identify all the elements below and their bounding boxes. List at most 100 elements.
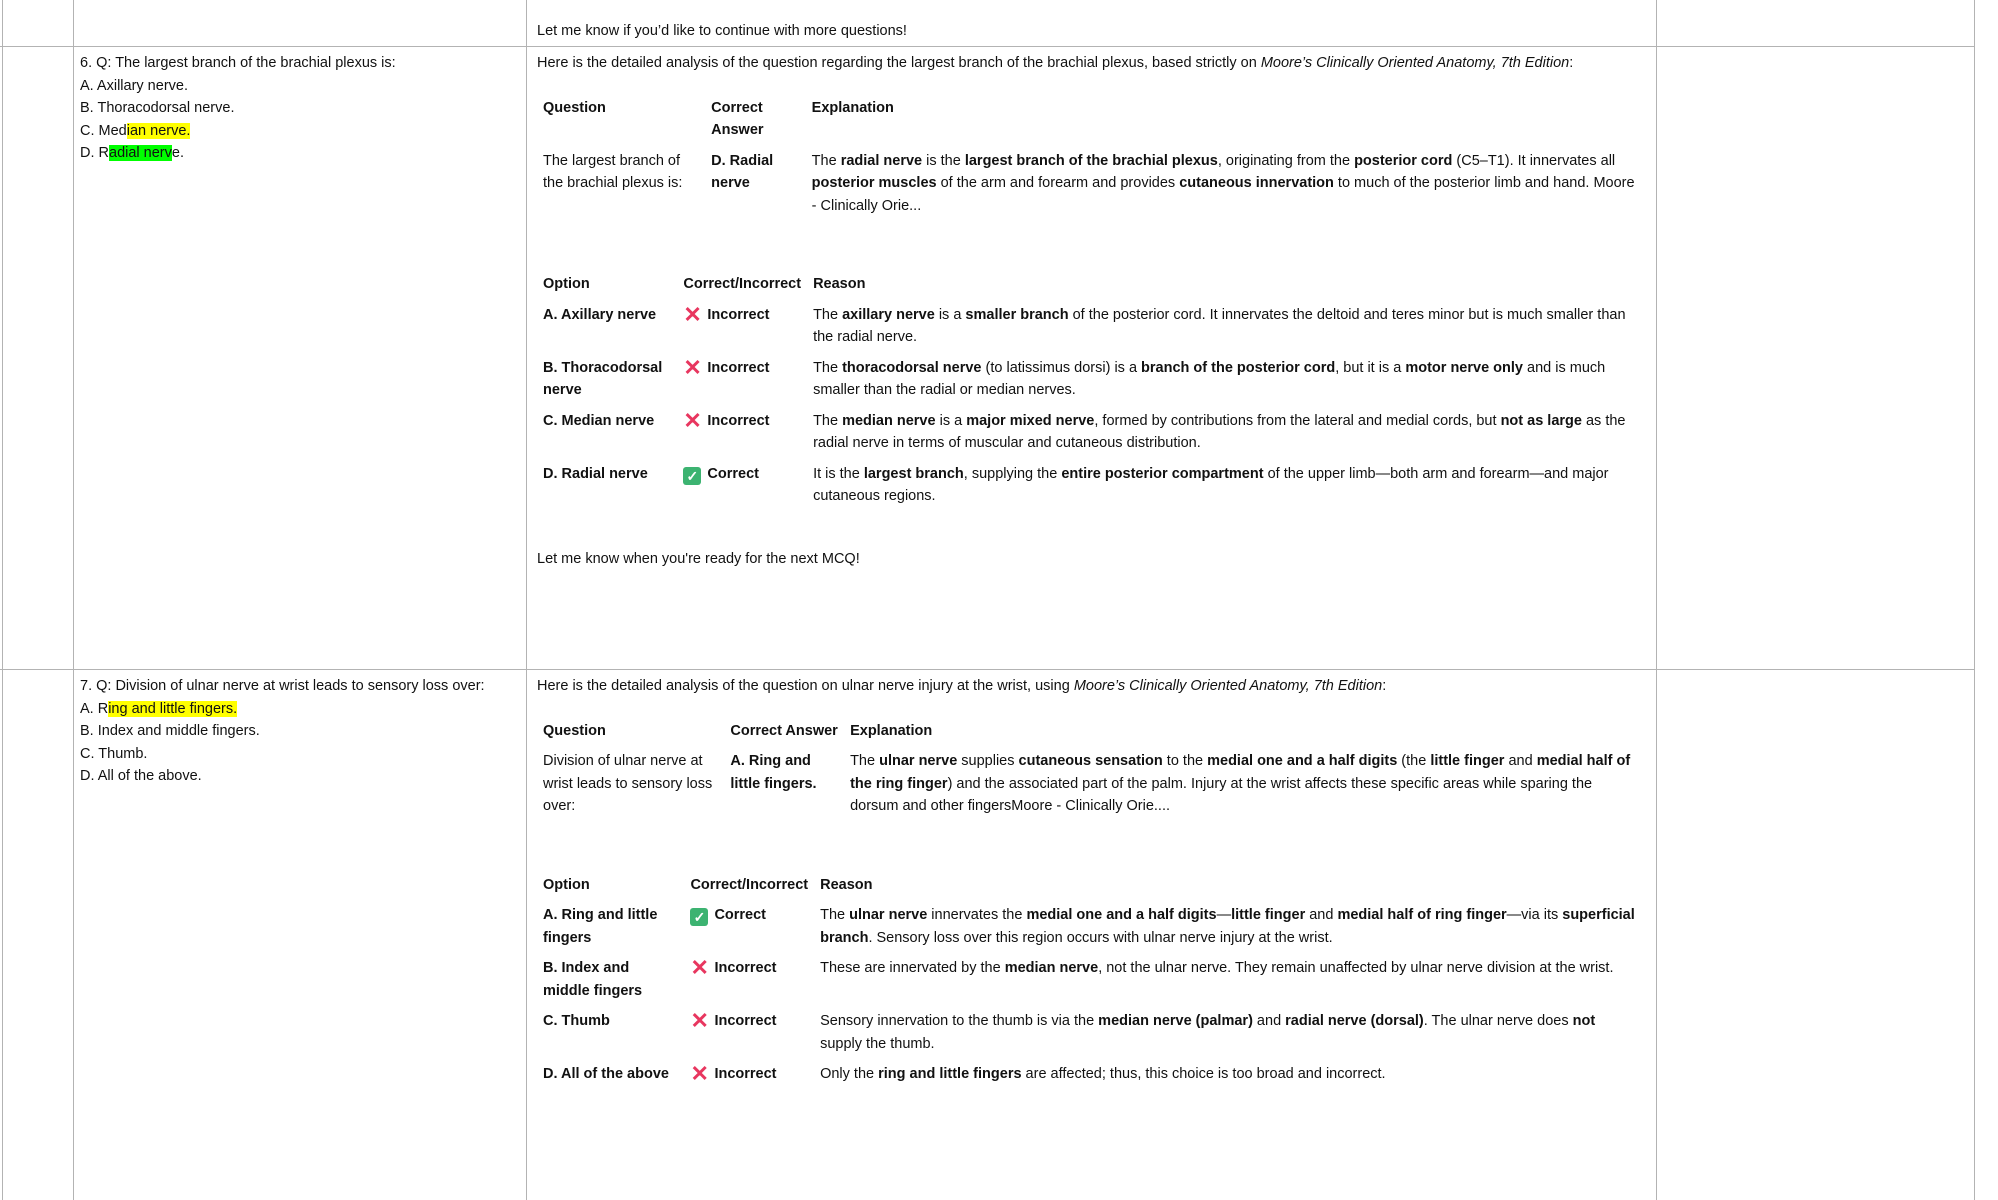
text-run: innervates the [927, 907, 1027, 923]
reason-text: The thoracodorsal nerve (to latissimus d… [807, 357, 1647, 402]
spacer-row [537, 742, 1647, 750]
bold-run: axillary nerve [842, 306, 935, 323]
text-run: — [1216, 907, 1232, 923]
options-table: Option Correct/Incorrect Reason A. Ring and… [537, 874, 1647, 1086]
correct-answer: A. Ring and little fingers. [730, 753, 817, 792]
text-run: , originating from the [1217, 152, 1355, 169]
verdict-text: Correct [707, 465, 759, 482]
option-label: D. All of the above [543, 1066, 669, 1082]
text-run: It is the [813, 465, 864, 482]
text-run: (the [1397, 753, 1431, 769]
continue-note-text: Let me know if you’d like to continue wi… [537, 23, 907, 39]
option-row: A. Axillary nerve ✕ Incorrect The axillary … [537, 301, 1647, 349]
highlight-mark: adial nerv [109, 145, 172, 161]
cross-mark-icon: ✕ [683, 301, 702, 327]
text-run: C. Med [80, 122, 127, 139]
question-stem: 7. Q: Division of ulnar nerve at wrist l… [80, 675, 520, 698]
text-run: ) and the associated part of the palm. I… [850, 775, 1593, 815]
analysis-intro: Here is the detailed analysis of the que… [537, 675, 1647, 698]
spacer-row [537, 402, 1647, 410]
bold-run: cutaneous sensation [1018, 753, 1163, 769]
bold-run: median nerve (palmar) [1098, 1013, 1253, 1029]
answer-choice: A. Axillary nerve. [80, 75, 520, 98]
question-cell-7[interactable]: 7. Q: Division of ulnar nerve at wrist l… [80, 675, 520, 788]
explanation-text: The ulnar nerve supplies cutaneous sensa… [844, 750, 1647, 818]
column-header: Correct Answer [711, 99, 764, 139]
spacer [537, 296, 677, 304]
text-run: , supplying the [963, 465, 1062, 482]
spacer-row [537, 142, 1647, 150]
explanation-text: The radial nerve is the largest branch o… [806, 150, 1647, 218]
option-row: C. Median nerve ✕ Incorrect The median nerv… [537, 409, 1647, 455]
summary-header-row: Question Correct Answer Explanation [537, 97, 1647, 142]
option-label: A. Ring and little fingers [543, 907, 658, 946]
text-run: A. R [80, 700, 109, 717]
bold-run: thoracodorsal nerve [842, 359, 982, 376]
cross-mark-icon: ✕ [690, 955, 709, 980]
text-run: , but it is a [1335, 359, 1406, 376]
option-row: A. Ring and little fingers ✓ Correct The ul… [537, 904, 1647, 949]
next-mcq-note: Let me know when you're ready for the ne… [537, 550, 860, 567]
highlight-mark: ian nerve. [126, 122, 191, 139]
answer-choice: B. Index and middle fingers. [80, 720, 520, 743]
answer-choice: C. Thumb. [80, 743, 520, 766]
bold-run: largest branch [863, 465, 964, 482]
book-title: Moore’s Clinically Oriented Anatomy, 7th… [1260, 55, 1570, 71]
option-label: B. Index and middle fingers [543, 960, 643, 999]
spacer-row [537, 455, 1647, 463]
answer-cell-7[interactable]: Here is the detailed analysis of the que… [537, 675, 1647, 1086]
text-run: The [811, 152, 841, 169]
column-header: Explanation [850, 722, 933, 739]
verdict-text: Incorrect [714, 960, 777, 976]
reason-text: The ulnar nerve innervates the medial on… [814, 904, 1647, 949]
option-row: B. Index and middle fingers ✕ Incorrect The… [537, 957, 1647, 1002]
verdict-text: Incorrect [714, 1066, 777, 1082]
bold-run: median nerve [842, 412, 936, 429]
reason-text: It is the largest branch, supplying the … [807, 463, 1647, 508]
option-row: B. Thoracodorsal nerve ✕ Incorrect The thor… [537, 356, 1647, 402]
verdict-cell: ✕ Incorrect [684, 957, 814, 1002]
spacer [537, 455, 677, 463]
option-label: D. Radial nerve [543, 465, 648, 482]
grid-line [526, 0, 527, 1200]
column-header: Correct/Incorrect [683, 276, 802, 292]
spacer [537, 1055, 684, 1063]
text-run: are affected; thus, this choice is too b… [1021, 1066, 1386, 1082]
bold-run: cutaneous innervation [1179, 175, 1334, 191]
summary-row: The largest branch of the brachial plexu… [537, 150, 1647, 218]
bold-run: entire posterior compartment [1061, 465, 1264, 482]
text-run: (to latissimus dorsi) is a [981, 359, 1142, 376]
spacer [537, 349, 677, 357]
continue-note[interactable]: Let me know if you’d like to continue wi… [537, 20, 1647, 43]
bold-run: smaller branch [965, 306, 1069, 323]
text-run: A. Axillary nerve. [80, 77, 188, 94]
bold-run: radial nerve [840, 152, 923, 169]
option-row: C. Thumb ✕ Incorrect Sensory innervation to… [537, 1010, 1647, 1055]
text-run: to the [1162, 753, 1208, 769]
grid-line [73, 0, 74, 1200]
text-run: D. All of the above. [80, 768, 202, 784]
reason-text: Sensory innervation to the thumb is via … [814, 1010, 1647, 1055]
verdict-cell: ✓ Correct [677, 463, 807, 508]
verdict-text: Incorrect [707, 359, 770, 376]
verdict-cell: ✕ Incorrect [684, 1063, 814, 1086]
answer-choice: D. All of the above. [80, 765, 520, 788]
text-run: supply the thumb. [820, 1035, 935, 1052]
answer-cell-6[interactable]: Here is the detailed analysis of the que… [537, 52, 1647, 570]
bold-run: little finger [1430, 753, 1505, 769]
spacer-row [537, 296, 1647, 304]
column-header: Question [543, 99, 606, 116]
spacer [537, 742, 724, 750]
book-title: Moore’s Clinically Oriented Anatomy, 7th… [1073, 678, 1383, 694]
text-run: The [813, 306, 843, 323]
text-run: Here is the detailed analysis of the que… [537, 55, 1261, 71]
bold-run: ulnar nerve [879, 753, 958, 769]
text-run: is the [922, 152, 965, 169]
cross-mark-icon: ✕ [690, 1061, 709, 1086]
text-run: Only the [820, 1066, 879, 1082]
question-cell-6[interactable]: 6. Q: The largest branch of the brachial… [80, 52, 520, 165]
reason-text: These are innervated by the median nerve… [814, 957, 1647, 1002]
